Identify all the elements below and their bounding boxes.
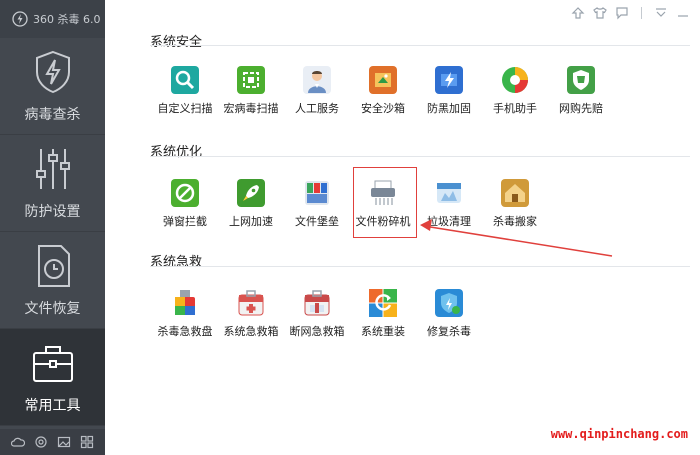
tool-rescue-disk[interactable]: 杀毒急救盘 <box>155 289 215 339</box>
section-divider <box>150 45 690 46</box>
shield-bolt-icon <box>35 50 70 94</box>
sidebar-item-protection[interactable]: 防护设置 <box>0 135 105 232</box>
file-restore-icon <box>37 245 70 287</box>
tool-popup-block[interactable]: 弹窗拦截 <box>155 179 215 229</box>
phone-assistant-icon <box>501 66 529 94</box>
tool-label: 垃圾清理 <box>427 215 471 228</box>
network-aid-icon <box>303 289 331 317</box>
tool-label: 杀毒搬家 <box>493 215 537 228</box>
refresh-icon[interactable] <box>34 435 48 449</box>
sidebar-item-label: 文件恢复 <box>24 301 81 317</box>
custom-scan-icon <box>171 66 199 94</box>
file-vault-icon <box>303 179 331 207</box>
sidebar-item-label: 防护设置 <box>24 204 81 220</box>
360-logo-icon <box>12 11 28 27</box>
tool-label: 自定义扫描 <box>157 102 213 115</box>
tool-label: 杀毒急救盘 <box>157 325 213 338</box>
tool-shopping-guarantee[interactable]: 网购先赔 <box>551 66 611 116</box>
move-house-icon <box>501 179 529 207</box>
tool-label: 宏病毒扫描 <box>223 102 279 115</box>
section-divider <box>150 266 690 267</box>
tool-label: 修复杀毒 <box>427 325 471 338</box>
toolbox-icon <box>32 346 73 382</box>
tool-repair-antivirus[interactable]: 修复杀毒 <box>419 289 479 339</box>
popup-block-icon <box>171 179 199 207</box>
section-title-rescue: 系统急救 <box>150 255 203 270</box>
tool-macro-scan[interactable]: 宏病毒扫描 <box>221 66 281 116</box>
hardening-icon <box>435 66 463 94</box>
tool-label: 上网加速 <box>229 215 273 228</box>
repair-icon <box>435 289 463 317</box>
macro-scan-icon <box>237 66 265 94</box>
tool-label: 人工服务 <box>295 102 339 115</box>
tool-sandbox[interactable]: 安全沙箱 <box>353 66 413 116</box>
section-title-optimization: 系统优化 <box>150 145 203 160</box>
sidebar-item-file-restore[interactable]: 文件恢复 <box>0 232 105 329</box>
rescue-usb-icon <box>171 289 199 317</box>
tool-system-reinstall[interactable]: 系统重装 <box>353 289 413 339</box>
section-divider <box>150 156 690 157</box>
tools-panel: 系统安全 自定义扫描 宏病毒扫描 人工服务 安全沙箱 防黑加固 手机助手 网购先… <box>105 0 700 455</box>
tool-custom-scan[interactable]: 自定义扫描 <box>155 66 215 116</box>
sliders-icon <box>35 149 70 189</box>
sidebar: 360 杀毒 6.0 病毒查杀 防护设置 文件恢复 常用工具 <box>0 0 105 455</box>
support-person-icon <box>303 66 331 94</box>
tool-human-service[interactable]: 人工服务 <box>287 66 347 116</box>
tool-label: 网购先赔 <box>559 102 603 115</box>
sidebar-bottom-bar <box>0 429 105 455</box>
image-icon[interactable] <box>57 435 71 449</box>
grid-icon[interactable] <box>80 435 94 449</box>
tool-label: 系统急救箱 <box>223 325 279 338</box>
app-title: 360 杀毒 6.0 <box>33 13 101 26</box>
rocket-icon <box>237 179 265 207</box>
shopping-shield-icon <box>567 66 595 94</box>
tool-label: 文件堡垒 <box>295 215 339 228</box>
tool-first-aid-kit[interactable]: 系统急救箱 <box>221 289 281 339</box>
sidebar-item-label: 病毒查杀 <box>24 107 81 123</box>
sidebar-item-virus-scan[interactable]: 病毒查杀 <box>0 38 105 135</box>
first-aid-kit-icon <box>237 289 265 317</box>
cleanup-icon <box>435 179 463 207</box>
tool-move-antivirus[interactable]: 杀毒搬家 <box>485 179 545 229</box>
tool-net-accelerate[interactable]: 上网加速 <box>221 179 281 229</box>
watermark: www.qinpinchang.com <box>550 427 688 441</box>
sandbox-icon <box>369 66 397 94</box>
shredder-highlight-box <box>353 167 417 238</box>
tool-label: 断网急救箱 <box>289 325 345 338</box>
tool-label: 弹窗拦截 <box>163 215 207 228</box>
tool-label: 防黑加固 <box>427 102 471 115</box>
tool-hardening[interactable]: 防黑加固 <box>419 66 479 116</box>
tool-label: 手机助手 <box>493 102 537 115</box>
cloud-icon[interactable] <box>10 435 25 449</box>
tool-cleanup[interactable]: 垃圾清理 <box>419 179 479 229</box>
tool-phone-assistant[interactable]: 手机助手 <box>485 66 545 116</box>
sidebar-item-tools[interactable]: 常用工具 <box>0 329 105 426</box>
section-title-security: 系统安全 <box>150 35 203 50</box>
tool-label: 安全沙箱 <box>361 102 405 115</box>
tool-label: 系统重装 <box>361 325 405 338</box>
tool-network-aid-kit[interactable]: 断网急救箱 <box>287 289 347 339</box>
app-brand: 360 杀毒 6.0 <box>0 0 105 38</box>
reinstall-icon <box>369 289 397 317</box>
sidebar-item-label: 常用工具 <box>24 398 81 414</box>
tool-file-vault[interactable]: 文件堡垒 <box>287 179 347 229</box>
